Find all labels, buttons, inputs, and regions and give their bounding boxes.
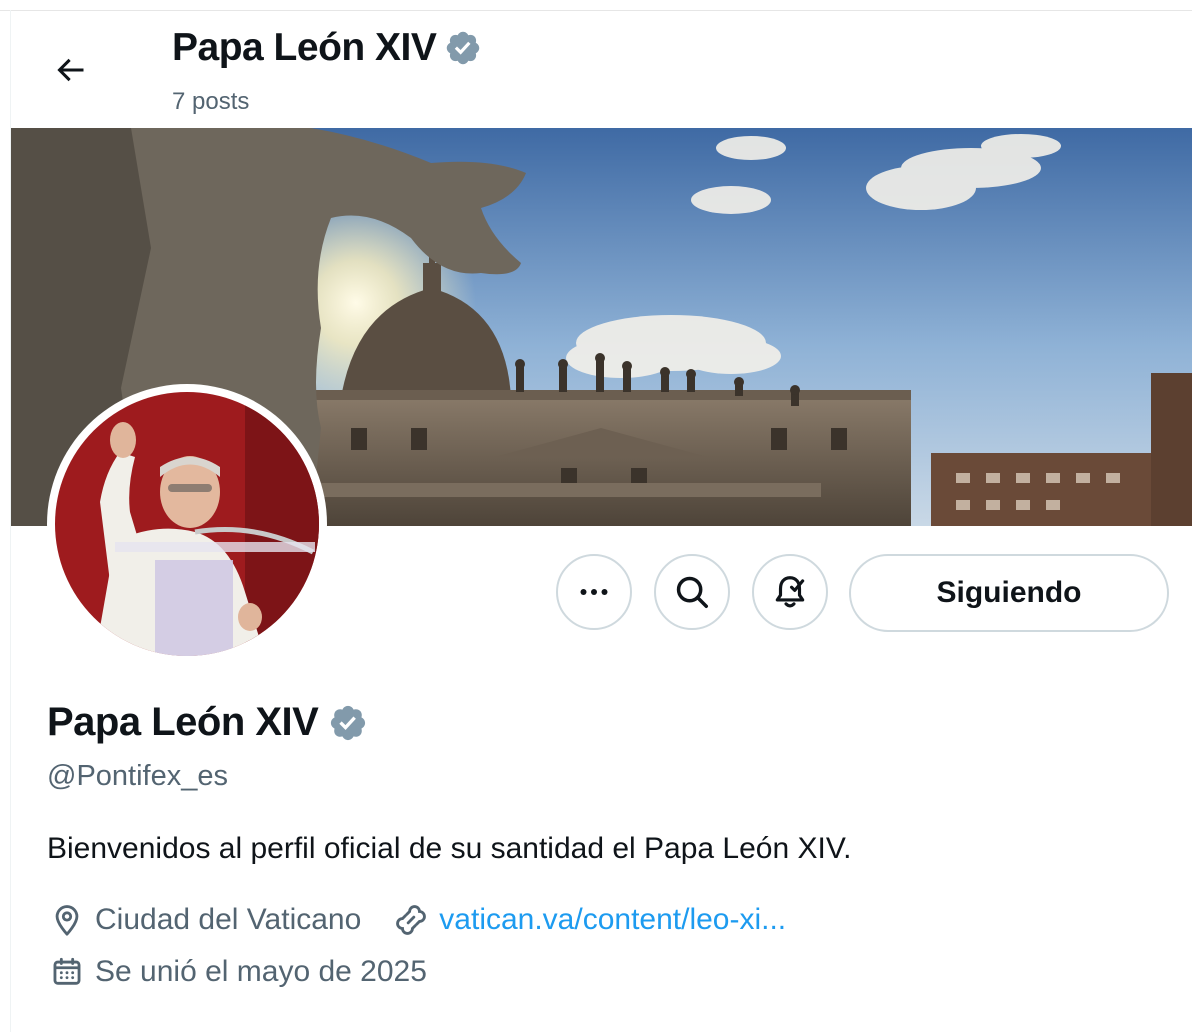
window-top-edge xyxy=(0,0,1192,11)
profile-joined-date: Se unió el mayo de 2025 xyxy=(95,955,427,988)
profile-location: Ciudad del Vaticano xyxy=(95,903,362,936)
arrow-left-icon xyxy=(57,58,84,82)
search-icon xyxy=(676,576,708,608)
profile-handle: @Pontifex_es xyxy=(47,760,228,792)
more-button[interactable] xyxy=(556,554,632,630)
link-icon xyxy=(391,900,431,940)
verified-badge-icon xyxy=(447,31,480,65)
notifications-button[interactable] xyxy=(752,554,828,630)
profile-name-row: Papa León XIV xyxy=(47,700,368,745)
profile-meta-location-website: Ciudad del Vaticano vatican.va/content/l… xyxy=(47,900,786,940)
display-name: Papa León XIV xyxy=(47,700,319,744)
calendar-icon xyxy=(47,952,87,992)
posts-count: 7 posts xyxy=(172,88,250,115)
location-pin-icon xyxy=(47,900,87,940)
profile-bio: Bienvenidos al perfil oficial de su sant… xyxy=(47,832,852,865)
profile-meta-joined: Se unió el mayo de 2025 xyxy=(47,952,427,992)
following-button[interactable]: Siguiendo xyxy=(849,554,1169,632)
header-title: Papa León XIV xyxy=(172,26,482,70)
profile-avatar[interactable] xyxy=(47,384,327,664)
bell-check-icon xyxy=(775,576,805,608)
avatar-image xyxy=(55,392,319,656)
more-horizontal-icon xyxy=(580,589,608,595)
back-button[interactable] xyxy=(40,40,100,100)
verified-badge-icon[interactable] xyxy=(328,703,368,743)
profile-website-link[interactable]: vatican.va/content/leo-xi... xyxy=(439,903,786,937)
header-display-name: Papa León XIV xyxy=(172,26,437,69)
search-profile-button[interactable] xyxy=(654,554,730,630)
